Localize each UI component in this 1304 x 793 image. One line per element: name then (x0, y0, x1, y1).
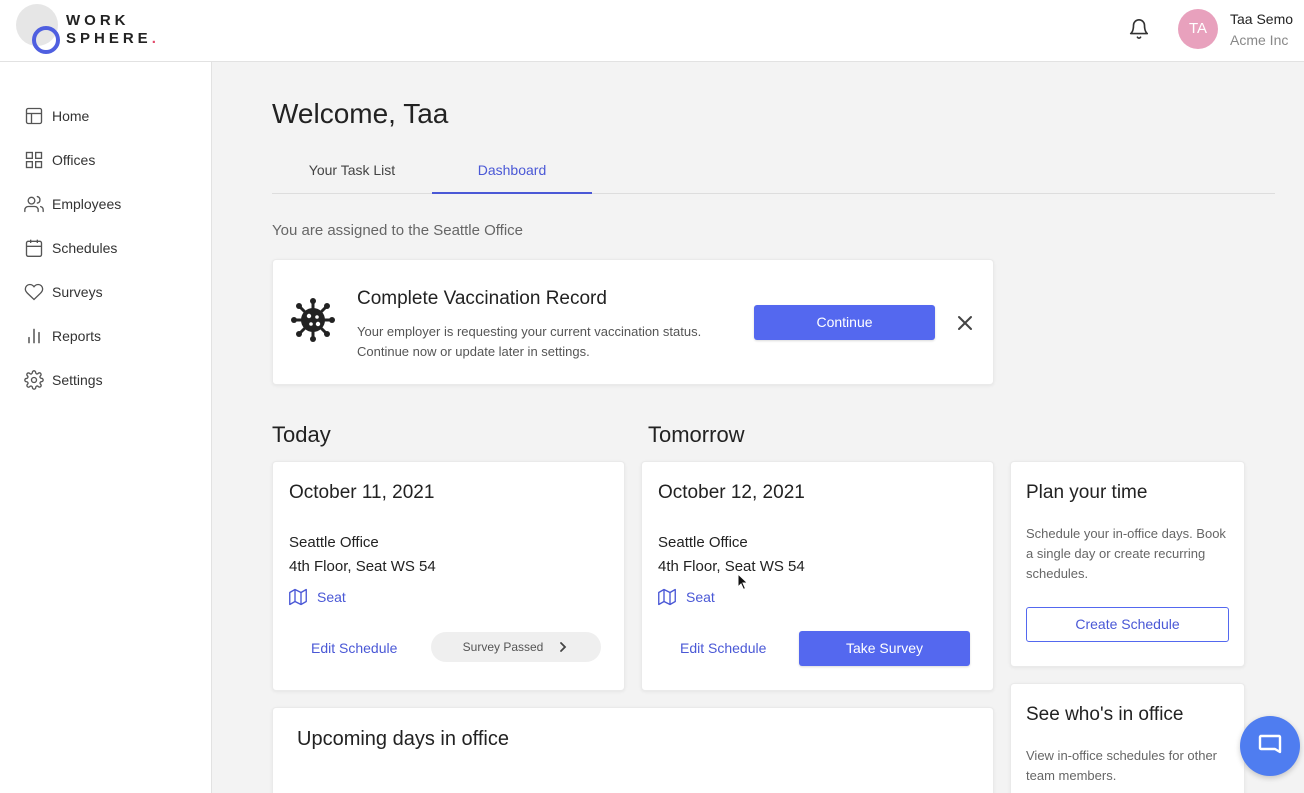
sidebar-item-reports[interactable]: Reports (24, 324, 101, 348)
create-schedule-button[interactable]: Create Schedule (1026, 607, 1229, 642)
today-date: October 11, 2021 (289, 482, 435, 503)
sidebar: Home Offices Employees Schedules Surveys… (0, 62, 212, 793)
take-survey-button[interactable]: Take Survey (799, 631, 970, 666)
logo-word-2-text: SPHERE (66, 30, 152, 47)
vaccination-card: Complete Vaccination Record Your employe… (272, 259, 994, 385)
sidebar-item-surveys[interactable]: Surveys (24, 280, 103, 304)
tomorrow-card: October 12, 2021 Seattle Office 4th Floo… (641, 461, 994, 691)
tab-dashboard[interactable]: Dashboard (432, 156, 592, 194)
tomorrow-date: October 12, 2021 (658, 482, 805, 503)
plan-title: Plan your time (1026, 482, 1148, 503)
sidebar-item-label: Home (52, 108, 90, 124)
chevron-right-icon (560, 642, 567, 652)
assigned-office-text: You are assigned to the Seattle Office (272, 222, 524, 239)
page-title: Welcome, Taa (272, 98, 449, 129)
grid-icon (25, 151, 43, 169)
survey-passed-label: Survey Passed (462, 640, 544, 654)
sidebar-item-schedules[interactable]: Schedules (24, 236, 117, 260)
logo-ring (32, 26, 60, 54)
logo-word-2: SPHERE. (66, 30, 156, 47)
vaccination-desc-line-1: Your employer is requesting your current… (357, 324, 702, 339)
upcoming-title: Upcoming days in office (297, 728, 509, 750)
tomorrow-seat-link[interactable]: Seat (658, 588, 715, 606)
workspace-logo[interactable]: WORK SPHERE. (14, 4, 174, 56)
seat-link-label: Seat (317, 589, 346, 605)
tomorrow-seat: 4th Floor, Seat WS 54 (658, 558, 805, 575)
map-icon (289, 588, 307, 606)
logo-dot: . (151, 30, 156, 47)
logo-word-1: WORK (66, 12, 130, 29)
sidebar-item-label: Schedules (52, 240, 118, 256)
tab-bar: Your Task List Dashboard (272, 156, 1275, 194)
today-seat: 4th Floor, Seat WS 54 (289, 558, 436, 575)
top-bar: WORK SPHERE. TA Taa Semo Acme Inc (0, 0, 1304, 62)
tomorrow-edit-schedule-link[interactable]: Edit Schedule (680, 640, 766, 656)
today-edit-schedule-link[interactable]: Edit Schedule (311, 640, 397, 656)
users-icon (24, 195, 44, 213)
vaccination-desc: Your employer is requesting your current… (357, 322, 757, 362)
plan-card: Plan your time Schedule your in-office d… (1010, 461, 1245, 667)
today-card: October 11, 2021 Seattle Office 4th Floo… (272, 461, 625, 691)
virus-icon (291, 298, 335, 342)
heart-icon (24, 283, 44, 301)
sidebar-item-label: Reports (52, 328, 102, 344)
plan-desc: Schedule your in-office days. Book a sin… (1026, 526, 1226, 581)
sidebar-item-label: Employees (52, 196, 122, 212)
chat-button[interactable] (1240, 716, 1300, 776)
sidebar-item-employees[interactable]: Employees (24, 192, 121, 216)
tomorrow-office: Seattle Office (658, 534, 748, 551)
avatar[interactable]: TA (1178, 9, 1218, 49)
whos-in-office-card: See who's in office View in-office sched… (1010, 683, 1245, 793)
sidebar-item-settings[interactable]: Settings (24, 368, 103, 392)
sidebar-item-label: Settings (52, 372, 103, 388)
gear-icon (24, 370, 44, 390)
close-icon[interactable] (955, 313, 975, 333)
whos-in-title: See who's in office (1026, 704, 1184, 725)
user-org: Acme Inc (1230, 32, 1289, 48)
whos-in-desc: View in-office schedules for other team … (1026, 748, 1218, 783)
today-office: Seattle Office (289, 534, 379, 551)
sidebar-item-home[interactable]: Home (24, 104, 89, 128)
bar-chart-icon (28, 328, 40, 344)
tab-task-list[interactable]: Your Task List (272, 156, 432, 194)
user-name[interactable]: Taa Semo (1230, 11, 1293, 27)
map-icon (658, 588, 676, 606)
bell-icon[interactable] (1128, 18, 1150, 40)
chat-icon (1258, 734, 1282, 754)
mouse-cursor-icon (737, 573, 749, 591)
today-heading: Today (272, 422, 331, 447)
calendar-icon (25, 239, 43, 257)
upcoming-card: Upcoming days in office (272, 707, 994, 793)
survey-passed-chip[interactable]: Survey Passed (431, 632, 601, 662)
continue-button[interactable]: Continue (754, 305, 935, 340)
sidebar-item-offices[interactable]: Offices (24, 148, 95, 172)
sidebar-item-label: Surveys (52, 284, 103, 300)
layout-icon (25, 107, 43, 125)
sidebar-item-label: Offices (52, 152, 96, 168)
vaccination-desc-line-2: Continue now or update later in settings… (357, 344, 590, 359)
vaccination-title: Complete Vaccination Record (357, 288, 607, 309)
tomorrow-heading: Tomorrow (648, 422, 745, 447)
today-seat-link[interactable]: Seat (289, 588, 346, 606)
seat-link-label: Seat (686, 589, 715, 605)
